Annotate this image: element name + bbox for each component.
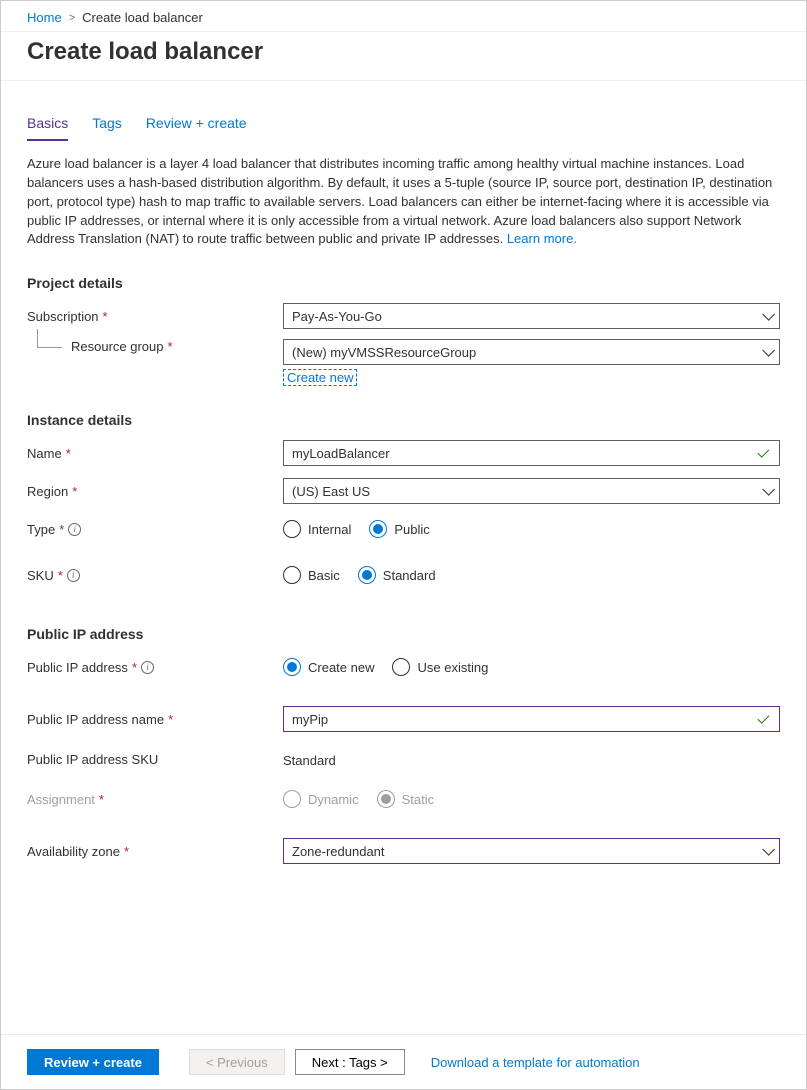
page-title: Create load balancer — [1, 32, 806, 81]
chevron-down-icon — [762, 344, 775, 357]
chevron-right-icon: > — [69, 12, 75, 24]
next-button[interactable]: Next : Tags > — [295, 1049, 405, 1075]
review-create-button[interactable]: Review + create — [27, 1049, 159, 1075]
label-subscription: Subscription* — [27, 309, 283, 324]
label-pip-sku: Public IP address SKU — [27, 752, 283, 767]
radio-pip-create-new[interactable]: Create new — [283, 658, 374, 676]
pip-sku-value: Standard — [283, 750, 780, 768]
chevron-down-icon — [762, 308, 775, 321]
radio-sku-basic[interactable]: Basic — [283, 566, 340, 584]
label-region: Region* — [27, 484, 283, 499]
info-icon[interactable]: i — [141, 661, 154, 674]
label-assignment: Assignment* — [27, 792, 283, 807]
description: Azure load balancer is a layer 4 load ba… — [27, 155, 780, 249]
learn-more-link[interactable]: Learn more. — [507, 231, 577, 246]
footer: Review + create < Previous Next : Tags >… — [1, 1034, 806, 1089]
breadcrumb: Home > Create load balancer — [1, 1, 806, 32]
section-project-details: Project details — [27, 275, 780, 291]
breadcrumb-current: Create load balancer — [82, 10, 203, 25]
label-resource-group: Resource group* — [27, 339, 283, 354]
region-select[interactable]: (US) East US — [283, 478, 780, 504]
section-public-ip: Public IP address — [27, 626, 780, 642]
info-icon[interactable]: i — [67, 569, 80, 582]
chevron-down-icon — [762, 843, 775, 856]
tab-basics[interactable]: Basics — [27, 109, 68, 141]
label-availability-zone: Availability zone* — [27, 844, 283, 859]
radio-assignment-static: Static — [377, 790, 435, 808]
label-type: Type* i — [27, 522, 283, 537]
tabs: Basics Tags Review + create — [27, 109, 780, 141]
subscription-select[interactable]: Pay-As-You-Go — [283, 303, 780, 329]
tab-tags[interactable]: Tags — [92, 109, 122, 141]
pip-name-input[interactable]: myPip — [283, 706, 780, 732]
radio-type-public[interactable]: Public — [369, 520, 429, 538]
tab-review-create[interactable]: Review + create — [146, 109, 247, 141]
label-sku: SKU* i — [27, 568, 283, 583]
name-input[interactable]: myLoadBalancer — [283, 440, 780, 466]
label-public-ip: Public IP address* i — [27, 660, 283, 675]
resource-group-select[interactable]: (New) myVMSSResourceGroup — [283, 339, 780, 365]
label-name: Name* — [27, 446, 283, 461]
breadcrumb-home[interactable]: Home — [27, 10, 62, 25]
chevron-down-icon — [762, 483, 775, 496]
previous-button: < Previous — [189, 1049, 285, 1075]
radio-type-internal[interactable]: Internal — [283, 520, 351, 538]
info-icon[interactable]: i — [68, 523, 81, 536]
radio-assignment-dynamic: Dynamic — [283, 790, 359, 808]
create-new-resource-group-link[interactable]: Create new — [283, 369, 357, 386]
label-pip-name: Public IP address name* — [27, 712, 283, 727]
download-template-link[interactable]: Download a template for automation — [431, 1055, 640, 1070]
availability-zone-select[interactable]: Zone-redundant — [283, 838, 780, 864]
radio-pip-use-existing[interactable]: Use existing — [392, 658, 488, 676]
radio-sku-standard[interactable]: Standard — [358, 566, 436, 584]
section-instance-details: Instance details — [27, 412, 780, 428]
